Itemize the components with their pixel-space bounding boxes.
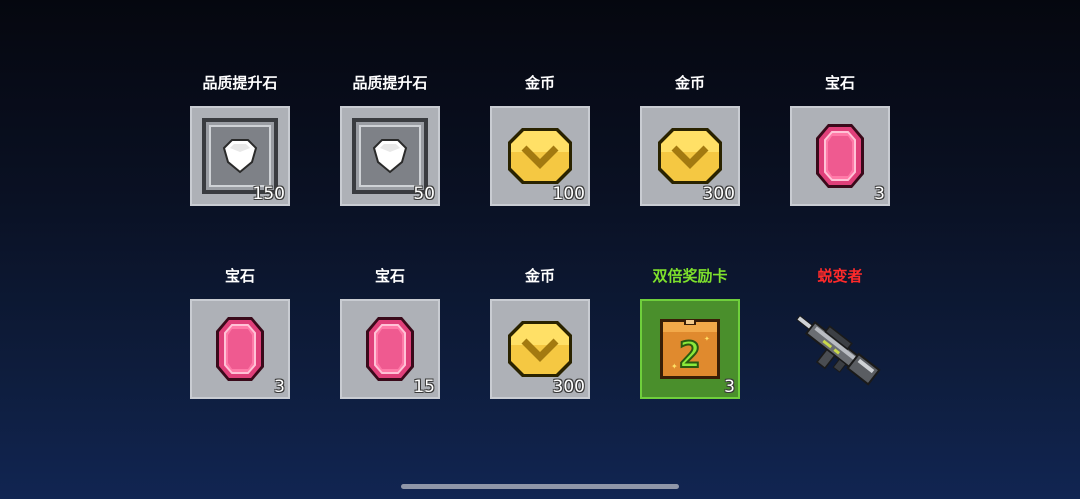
reward-item-gold-coin-300b[interactable]: 金币 300 — [465, 267, 615, 407]
svg-text:2: 2 — [679, 335, 701, 376]
gold-coin-icon — [508, 321, 572, 377]
reward-quantity: 100 — [552, 184, 585, 204]
reward-slot[interactable]: 150 — [190, 106, 290, 206]
reward-name: 宝石 — [824, 74, 855, 92]
reward-name: 双倍奖励卡 — [652, 267, 728, 285]
reward-quantity: 3 — [274, 377, 285, 397]
reward-item-gem-3[interactable]: 宝石 3 — [765, 74, 915, 214]
reward-slot[interactable]: 50 — [340, 106, 440, 206]
quality-stone-icon — [352, 118, 428, 194]
quality-stone-icon — [202, 118, 278, 194]
reward-slot[interactable]: 3 — [190, 299, 290, 399]
reward-name: 品质提升石 — [352, 74, 428, 92]
gold-coin-icon — [658, 128, 722, 184]
reward-quantity: 300 — [702, 184, 735, 204]
reward-slot[interactable]: 300 — [640, 106, 740, 206]
reward-name: 宝石 — [374, 267, 405, 285]
reward-name: 宝石 — [224, 267, 255, 285]
reward-slot[interactable]: 300 — [490, 299, 590, 399]
reward-quantity: 150 — [252, 184, 285, 204]
reward-name: 金币 — [674, 74, 705, 92]
gold-coin-icon — [508, 128, 572, 184]
reward-name: 蜕变者 — [817, 267, 863, 285]
rifle-weapon-icon — [796, 314, 881, 386]
weapon-display[interactable] — [775, 297, 895, 407]
reward-name: 金币 — [524, 267, 555, 285]
reward-quantity: 3 — [724, 377, 735, 397]
pink-gem-icon — [816, 124, 864, 188]
reward-slot[interactable]: 100 — [490, 106, 590, 206]
reward-slot[interactable]: 3 — [790, 106, 890, 206]
svg-text:✦: ✦ — [671, 362, 678, 371]
reward-item-quality-stone-50[interactable]: 品质提升石 50 — [315, 74, 465, 214]
reward-quantity: 50 — [413, 184, 435, 204]
reward-quantity: 300 — [552, 377, 585, 397]
reward-quantity: 15 — [413, 377, 435, 397]
reward-quantity: 3 — [874, 184, 885, 204]
pink-gem-icon — [216, 317, 264, 381]
reward-item-weapon[interactable]: 蜕变者 — [765, 267, 915, 407]
reward-item-quality-stone-150[interactable]: 品质提升石 150 — [165, 74, 315, 214]
reward-slot[interactable]: 2 ✦ ✦ 3 — [640, 299, 740, 399]
reward-item-gold-coin-100[interactable]: 金币 100 — [465, 74, 615, 214]
double-reward-card-icon: 2 ✦ ✦ — [660, 319, 720, 379]
reward-item-double-reward-card[interactable]: 双倍奖励卡 2 ✦ ✦ 3 — [615, 267, 765, 407]
pink-gem-icon — [366, 317, 414, 381]
reward-slot[interactable]: 15 — [340, 299, 440, 399]
reward-item-gold-coin-300[interactable]: 金币 300 — [615, 74, 765, 214]
home-indicator-bar[interactable] — [401, 484, 679, 489]
reward-item-gem-15[interactable]: 宝石 15 — [315, 267, 465, 407]
svg-text:✦: ✦ — [704, 335, 710, 343]
reward-name: 金币 — [524, 74, 555, 92]
reward-item-gem-3b[interactable]: 宝石 3 — [165, 267, 315, 407]
reward-name: 品质提升石 — [202, 74, 278, 92]
